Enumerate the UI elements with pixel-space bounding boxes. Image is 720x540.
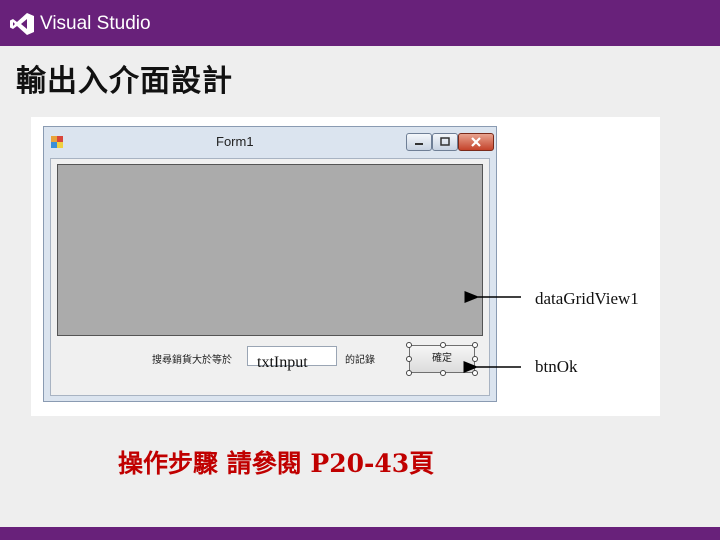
footer-bar (0, 527, 720, 540)
visual-studio-logo-icon (10, 13, 34, 35)
brand-name: Visual Studio (40, 13, 151, 34)
slide-title: 輸出入介面設計 (16, 64, 233, 99)
steps-reference: 操作步驟 請參閱 P20-43頁 (118, 449, 435, 478)
grid-annotation: dataGridView1 (535, 289, 639, 308)
button-annotation: btnOk (535, 357, 578, 376)
form-screenshot: Form1 搜尋銷貨大於等於 txtInput 的記錄 確定 dataGridV… (31, 117, 660, 416)
header-bar: Visual Studio (0, 0, 720, 46)
